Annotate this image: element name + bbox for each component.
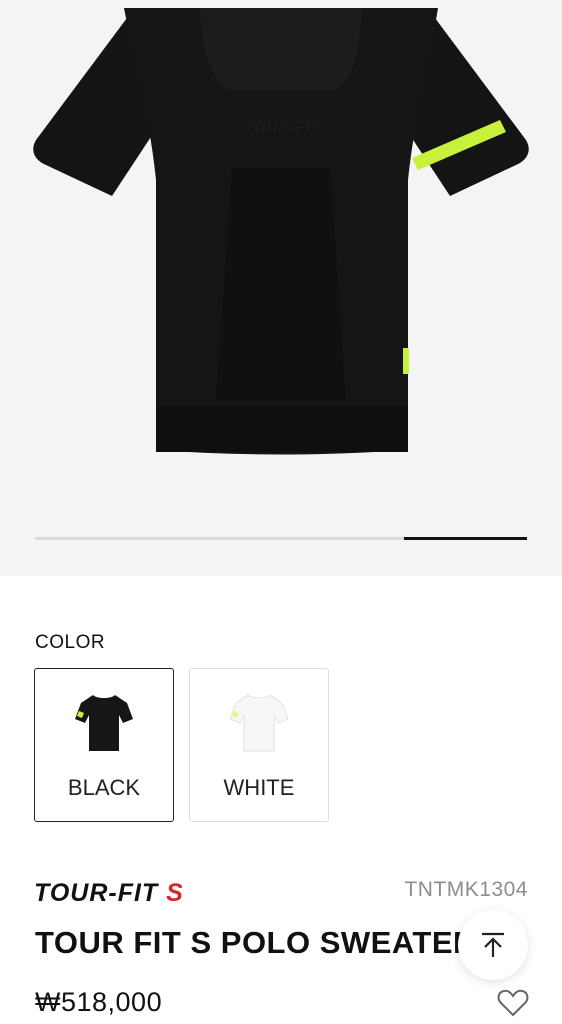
gallery-progress-track <box>35 537 527 540</box>
brand-logo[interactable]: TOUR-FIT S <box>34 878 254 908</box>
color-option-black[interactable]: BLACK <box>34 668 174 822</box>
white-shirt-thumbnail <box>229 694 289 752</box>
scroll-to-top-button[interactable] <box>458 910 528 980</box>
color-option-label: BLACK <box>67 775 141 800</box>
arrow-up-to-top-icon <box>482 932 504 957</box>
product-price: ₩518,000 <box>35 987 163 1017</box>
gallery-progress-indicator <box>404 537 527 540</box>
product-image: TOUR-FIT <box>33 8 529 455</box>
color-section-label: COLOR <box>35 632 106 653</box>
heart-outline-icon <box>497 989 529 1017</box>
product-gallery[interactable]: TOUR-FIT <box>0 0 562 576</box>
color-option-white[interactable]: WHITE <box>189 668 329 822</box>
product-name: TOUR FIT S POLO SWEATER <box>35 925 476 960</box>
brand-logo-text: TOUR-FIT S <box>34 879 184 907</box>
svg-text:TOUR-FIT: TOUR-FIT <box>245 119 321 136</box>
black-shirt-thumbnail <box>75 695 133 751</box>
product-code: TNTMK1304 <box>404 878 528 901</box>
color-option-label: WHITE <box>223 775 295 800</box>
wishlist-button[interactable] <box>497 988 529 1018</box>
